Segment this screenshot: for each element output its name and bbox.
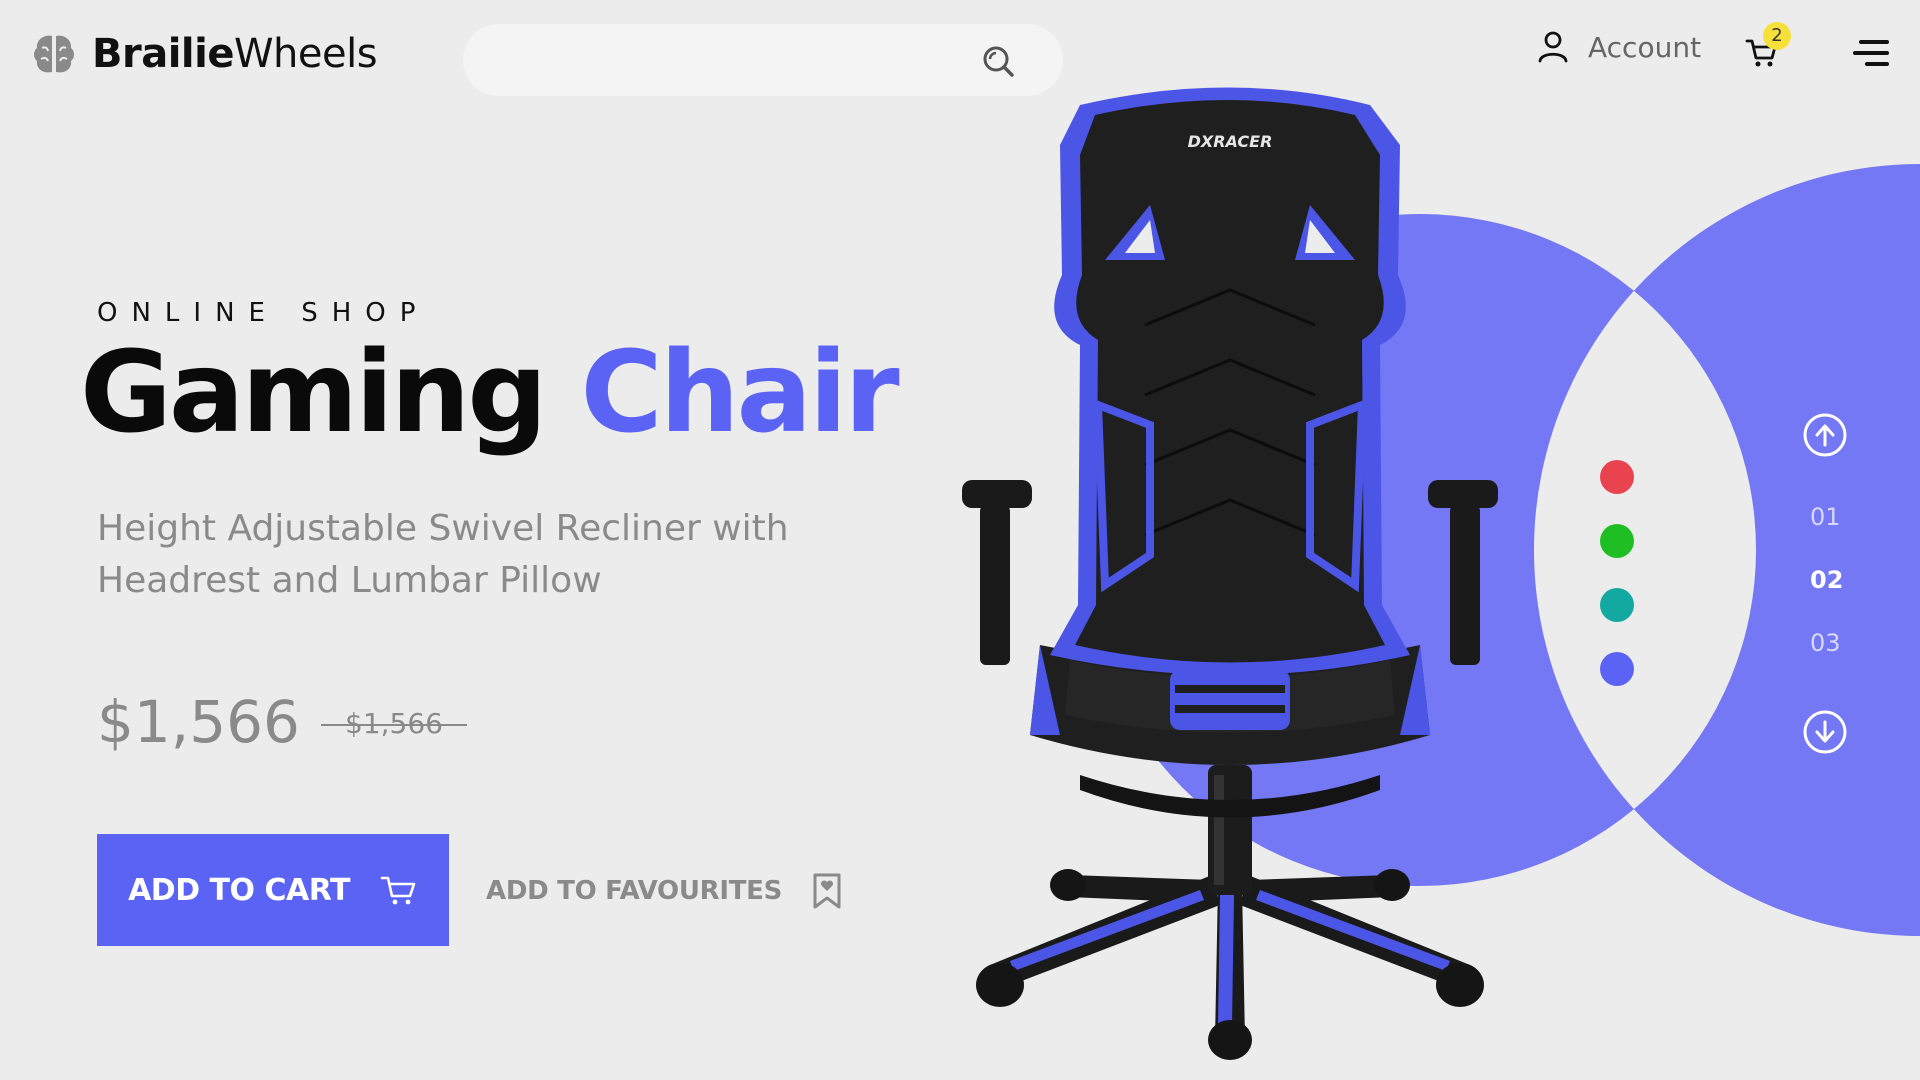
brand-logo[interactable]: BrailieWheels bbox=[30, 30, 378, 78]
brand-name-light: Wheels bbox=[233, 31, 378, 77]
color-swatches bbox=[1600, 460, 1634, 716]
account-label: Account bbox=[1588, 30, 1702, 64]
swatch-teal[interactable] bbox=[1600, 588, 1634, 622]
arrow-down-icon[interactable] bbox=[1802, 709, 1848, 755]
hamburger-menu-icon[interactable] bbox=[1853, 38, 1889, 68]
original-price: $1,566 bbox=[321, 707, 467, 740]
brain-icon bbox=[34, 35, 74, 73]
add-to-cart-button[interactable]: ADD TO CART bbox=[97, 834, 449, 946]
arrow-up-icon[interactable] bbox=[1802, 412, 1848, 458]
search-icon[interactable] bbox=[981, 44, 1015, 78]
chair-brand-mark: DXRACER bbox=[1188, 132, 1273, 151]
brand-name: BrailieWheels bbox=[92, 31, 378, 77]
swatch-blue[interactable] bbox=[1600, 652, 1634, 686]
swatch-red[interactable] bbox=[1600, 460, 1634, 494]
header-cart-button[interactable]: 2 bbox=[1745, 22, 1791, 72]
product-title-word-2: Chair bbox=[580, 328, 900, 458]
user-icon bbox=[1538, 31, 1568, 63]
current-price: $1,566 bbox=[97, 688, 300, 756]
add-to-favourites-label: ADD TO FAVOURITES bbox=[486, 876, 783, 906]
bookmark-heart-icon bbox=[813, 873, 841, 909]
add-to-favourites-button[interactable]: ADD TO FAVOURITES bbox=[486, 872, 842, 910]
cart-icon bbox=[380, 876, 416, 905]
slide-number-3[interactable]: 03 bbox=[1810, 629, 1841, 657]
product-title-word-1: Gaming bbox=[80, 328, 548, 458]
product-subtitle: Height Adjustable Swivel Recliner with H… bbox=[97, 508, 789, 601]
gaming-chair-image: DXRACER bbox=[962, 87, 1498, 1060]
account-link[interactable]: Account bbox=[1536, 30, 1701, 64]
section-kicker: ONLINE SHOP bbox=[97, 298, 430, 328]
product-title: Gaming Chair bbox=[80, 328, 900, 458]
brand-name-bold: Brailie bbox=[92, 31, 234, 77]
add-to-cart-label: ADD TO CART bbox=[128, 872, 350, 908]
cart-count-badge: 2 bbox=[1763, 22, 1791, 50]
swatch-green[interactable] bbox=[1600, 524, 1634, 558]
slide-number-1[interactable]: 01 bbox=[1810, 503, 1841, 531]
slide-number-2[interactable]: 02 bbox=[1810, 566, 1843, 594]
